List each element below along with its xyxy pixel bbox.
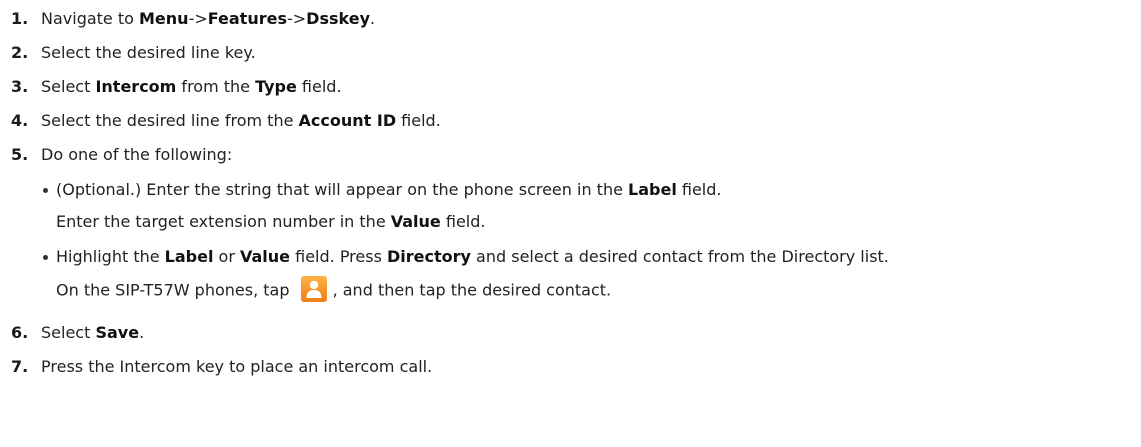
- bullet-text-part: field.: [440, 212, 486, 231]
- step-text: Select Intercom from the Type field.: [41, 77, 342, 97]
- instruction-document: 1. Navigate to Menu->Features->Dsskey. 2…: [0, 0, 1141, 447]
- features-term: Features: [207, 9, 287, 28]
- bullet-dot: [43, 255, 48, 260]
- bullet-text: Enter the target extension number in the…: [56, 212, 485, 232]
- step-number: 4.: [11, 111, 29, 130]
- step-number: 3.: [11, 77, 29, 96]
- step-number: 6.: [11, 323, 29, 342]
- bullet-dot: [43, 188, 48, 193]
- bullet-text-part: , and then tap the desired contact.: [332, 280, 612, 300]
- step-number: 5.: [11, 145, 29, 164]
- step-text: Navigate to Menu->Features->Dsskey.: [41, 9, 375, 29]
- intercom-term: Intercom: [95, 77, 177, 96]
- value-term: Value: [390, 212, 441, 231]
- directory-term: Directory: [387, 247, 471, 266]
- bullet-text-part: (Optional.) Enter the string that will a…: [56, 180, 629, 199]
- step-text-part: .: [370, 9, 376, 28]
- step-text-part: Select the desired line from the: [41, 111, 299, 130]
- bullet-text-part: field.: [676, 180, 722, 199]
- bullet-text-part: and select a desired contact from the Di…: [470, 247, 889, 266]
- bullet-text-part: Highlight the: [56, 247, 165, 266]
- bullet-text-part: or: [213, 247, 240, 266]
- step-text: Select Save.: [41, 323, 144, 343]
- menu-term: Menu: [139, 9, 189, 28]
- value-term: Value: [240, 247, 291, 266]
- label-term: Label: [164, 247, 214, 266]
- save-term: Save: [95, 323, 140, 342]
- step-text-part: .: [139, 323, 145, 342]
- step-text: Press the Intercom key to place an inter…: [41, 357, 433, 376]
- step-number: 1.: [11, 9, 29, 28]
- bullet-text-part: field. Press: [290, 247, 388, 266]
- type-term: Type: [255, 77, 297, 96]
- step-text: Select the desired line from the Account…: [41, 111, 441, 131]
- step-text: Select the desired line key.: [41, 43, 256, 62]
- bullet-text: Highlight the Label or Value field. Pres…: [56, 247, 889, 267]
- step-number: 7.: [11, 357, 29, 376]
- step-text-part: from the: [176, 77, 256, 96]
- label-term: Label: [628, 180, 677, 199]
- arrow-separator: ->: [188, 9, 208, 28]
- step-text: Do one of the following:: [41, 145, 233, 164]
- bullet-text: On the SIP-T57W phones, tap , and then t…: [56, 276, 612, 302]
- step-number: 2.: [11, 43, 29, 62]
- bullet-text-part: Enter the target extension number in the: [56, 212, 391, 231]
- arrow-separator: ->: [286, 9, 307, 28]
- dsskey-term: Dsskey: [306, 9, 370, 28]
- step-text-part: field.: [296, 77, 342, 96]
- step-text-part: Select: [41, 323, 96, 342]
- step-text-part: Select: [41, 77, 96, 96]
- step-text-part: field.: [396, 111, 441, 130]
- bullet-text-part: On the SIP-T57W phones, tap: [56, 280, 295, 300]
- directory-contact-icon: [300, 276, 327, 302]
- account-id-term: Account ID: [298, 111, 397, 130]
- bullet-text: (Optional.) Enter the string that will a…: [56, 180, 722, 200]
- step-text-part: Navigate to: [41, 9, 139, 28]
